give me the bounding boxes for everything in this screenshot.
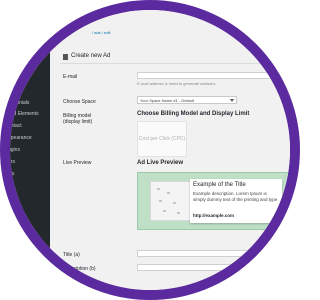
title-field-label: Title (a) [63,252,80,258]
space-select[interactable]: Your Space Name #1 - Default [137,96,237,104]
image-dot [157,188,160,190]
image-dot [177,212,180,214]
circular-frame: tto ts rtimonials ried Elements ontact p… [0,0,300,300]
description-field[interactable] [137,264,287,271]
billing-heading: Choose Billing Model and Display Limit [137,111,250,117]
email-help-text: E-mail address is need to generate stati… [137,81,217,86]
email-field[interactable] [137,72,287,79]
sidebar-item[interactable]: ers [10,159,15,165]
ad-preview-box: Example of the Title Example description… [137,172,290,230]
live-preview-label: Live Preview [63,160,92,166]
description-field-label: Description (b) [63,266,96,272]
image-dot [173,202,176,204]
sidebar-item[interactable]: rtimonials [10,100,29,106]
sidebar-item[interactable]: tto [10,72,14,78]
sidebar-item[interactable]: ugins [10,147,20,153]
sidebar-item[interactable]: ts [10,86,12,92]
ad-title: Example of the Title [193,182,246,188]
divider [60,63,270,64]
ad-url: http://example.com [193,213,235,218]
admin-sidebar: tto ts rtimonials ried Elements ontact p… [10,10,50,290]
billing-label: Billing model (display limit) [63,113,93,125]
edit-page-icon [63,54,68,60]
space-label: Choose Space [63,99,96,105]
cpc-option-card[interactable]: Cost per Click (CPC) [137,121,187,157]
space-select-value: Your Space Name #1 - Default [140,98,195,103]
ad-preview-heading: Ad Live Preview [137,160,184,166]
ad-description: Example description. Lorem Ipsum is simp… [193,191,278,202]
ad-preview-card: Example of the Title Example description… [190,179,282,223]
sidebar-item[interactable]: ols [10,171,14,177]
image-dot [159,200,162,202]
title-field[interactable] [137,250,287,257]
ad-image-placeholder [150,181,192,221]
breadcrumb[interactable]: / ads / edit [92,30,110,35]
sidebar-item[interactable]: ppearance [10,135,32,141]
image-dot [167,192,170,194]
page-title: Create new Ad [71,53,111,59]
cpc-option-label: Cost per Click (CPC) [138,136,186,142]
admin-screen: tto ts rtimonials ried Elements ontact p… [10,10,290,290]
sidebar-item[interactable]: ried Elements [10,111,39,117]
sidebar-item[interactable]: ontact [10,123,22,129]
chevron-down-icon [230,99,234,102]
email-label: E-mail [63,74,78,80]
image-dot [163,210,166,212]
